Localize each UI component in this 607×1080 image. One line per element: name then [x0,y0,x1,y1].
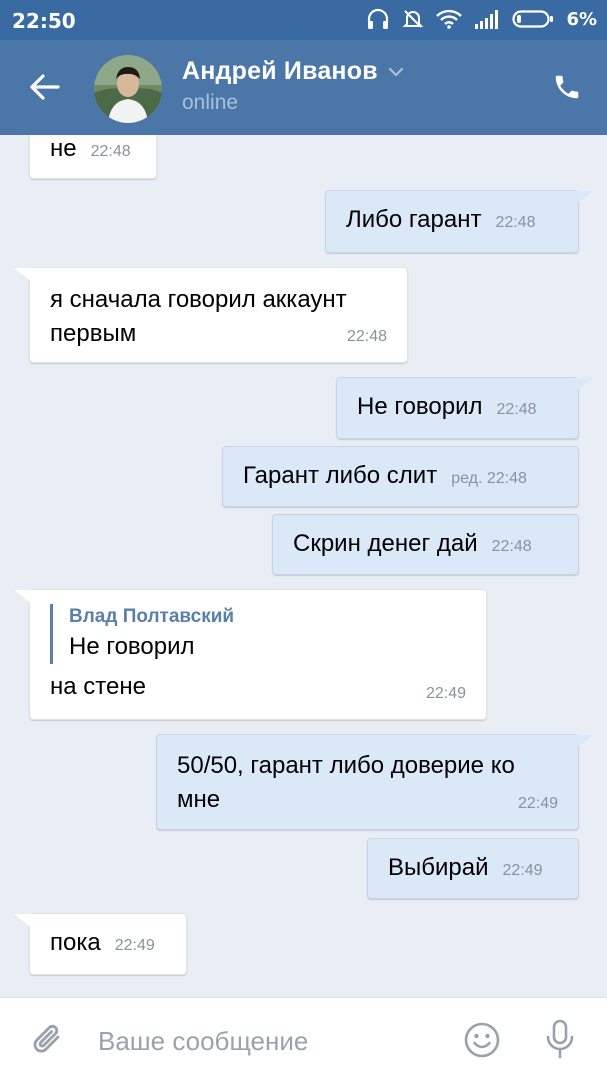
contact-name-row[interactable]: Андрей Иванов [182,57,404,86]
message-time: 22:48 [495,214,536,231]
message-text: Скрин денег дай [293,530,478,557]
message-bubble-incoming[interactable]: Влад Полтавский Не говорил на стене 22:4… [29,589,487,720]
message-composer [0,997,607,1080]
message-list[interactable]: не 22:48 Либо гарант 22:48 я сначала гов… [0,135,607,997]
battery-percent: 6% [566,8,597,30]
message-bubble-outgoing[interactable]: Гарант либо слит ред. 22:48 [222,446,579,507]
bubble-tail [14,590,32,604]
message-time: 22:49 [114,937,155,954]
back-arrow-icon [30,74,60,100]
message-text: Не говорил [357,393,483,420]
microphone-icon [546,1019,574,1059]
message-text: Либо гарант [346,206,482,233]
message-time: 22:48 [491,538,532,555]
message-time: 22:49 [425,685,466,702]
microphone-button[interactable] [536,1016,584,1064]
bubble-tail [14,268,32,282]
message-time: 22:48 [346,328,387,345]
contact-status: online [182,91,239,114]
reply-quote[interactable]: Влад Полтавский Не говорил [50,604,468,664]
phone-icon [555,75,579,99]
headset-icon [366,8,390,30]
message-bubble-outgoing[interactable]: 50/50, гарант либо доверие ко мне 22:49 [156,734,579,830]
message-text: 50/50, гарант либо доверие ко мне [177,752,515,813]
chat-header: Андрей Иванов online [0,40,607,135]
message-text: Гарант либо слит [243,462,438,489]
call-button[interactable] [543,63,591,111]
dnd-icon [402,8,424,30]
message-time: ред. 22:48 [451,470,527,487]
status-icons: 6% [366,8,597,30]
signal-icon [474,9,500,29]
bubble-tail [575,191,593,205]
message-bubble-outgoing[interactable]: Либо гарант 22:48 [325,190,579,253]
contact-name: Андрей Иванов [182,57,378,85]
bubble-tail [575,735,593,749]
message-bubble-incoming[interactable]: пока 22:49 [29,913,187,975]
message-text: я сначала говорил аккаунт первым [50,286,347,347]
message-input[interactable] [96,1016,440,1066]
status-time: 22:50 [12,9,76,33]
message-bubble-incoming[interactable]: я сначала говорил аккаунт первым 22:48 [29,267,408,363]
message-bubble-incoming[interactable]: не 22:48 [29,135,157,179]
emoji-icon [464,1022,500,1058]
emoji-button[interactable] [458,1016,506,1064]
battery-icon [512,9,554,29]
attach-button[interactable] [24,1016,72,1064]
bubble-tail [575,378,593,392]
bubble-tail [14,914,32,928]
message-text: на стене [50,673,146,700]
message-time: 22:48 [90,143,131,160]
message-bubble-outgoing[interactable]: Выбирай 22:49 [367,838,579,899]
chevron-down-icon [388,67,403,76]
message-text: Выбирай [388,854,489,881]
avatar[interactable] [94,55,162,123]
wifi-icon [436,9,463,29]
message-time: 22:49 [517,795,558,812]
message-text: пока [50,929,101,956]
message-time: 22:48 [496,401,537,418]
message-bubble-outgoing[interactable]: Скрин денег дай 22:48 [272,514,579,575]
message-bubble-outgoing[interactable]: Не говорил 22:48 [336,377,579,439]
paperclip-icon [33,1024,60,1053]
status-bar: 22:50 6% [0,0,607,40]
message-time: 22:49 [502,862,543,879]
message-text: не [50,135,77,162]
reply-text: Не говорил [69,633,195,660]
back-button[interactable] [20,63,68,111]
reply-author: Влад Полтавский [69,606,235,627]
